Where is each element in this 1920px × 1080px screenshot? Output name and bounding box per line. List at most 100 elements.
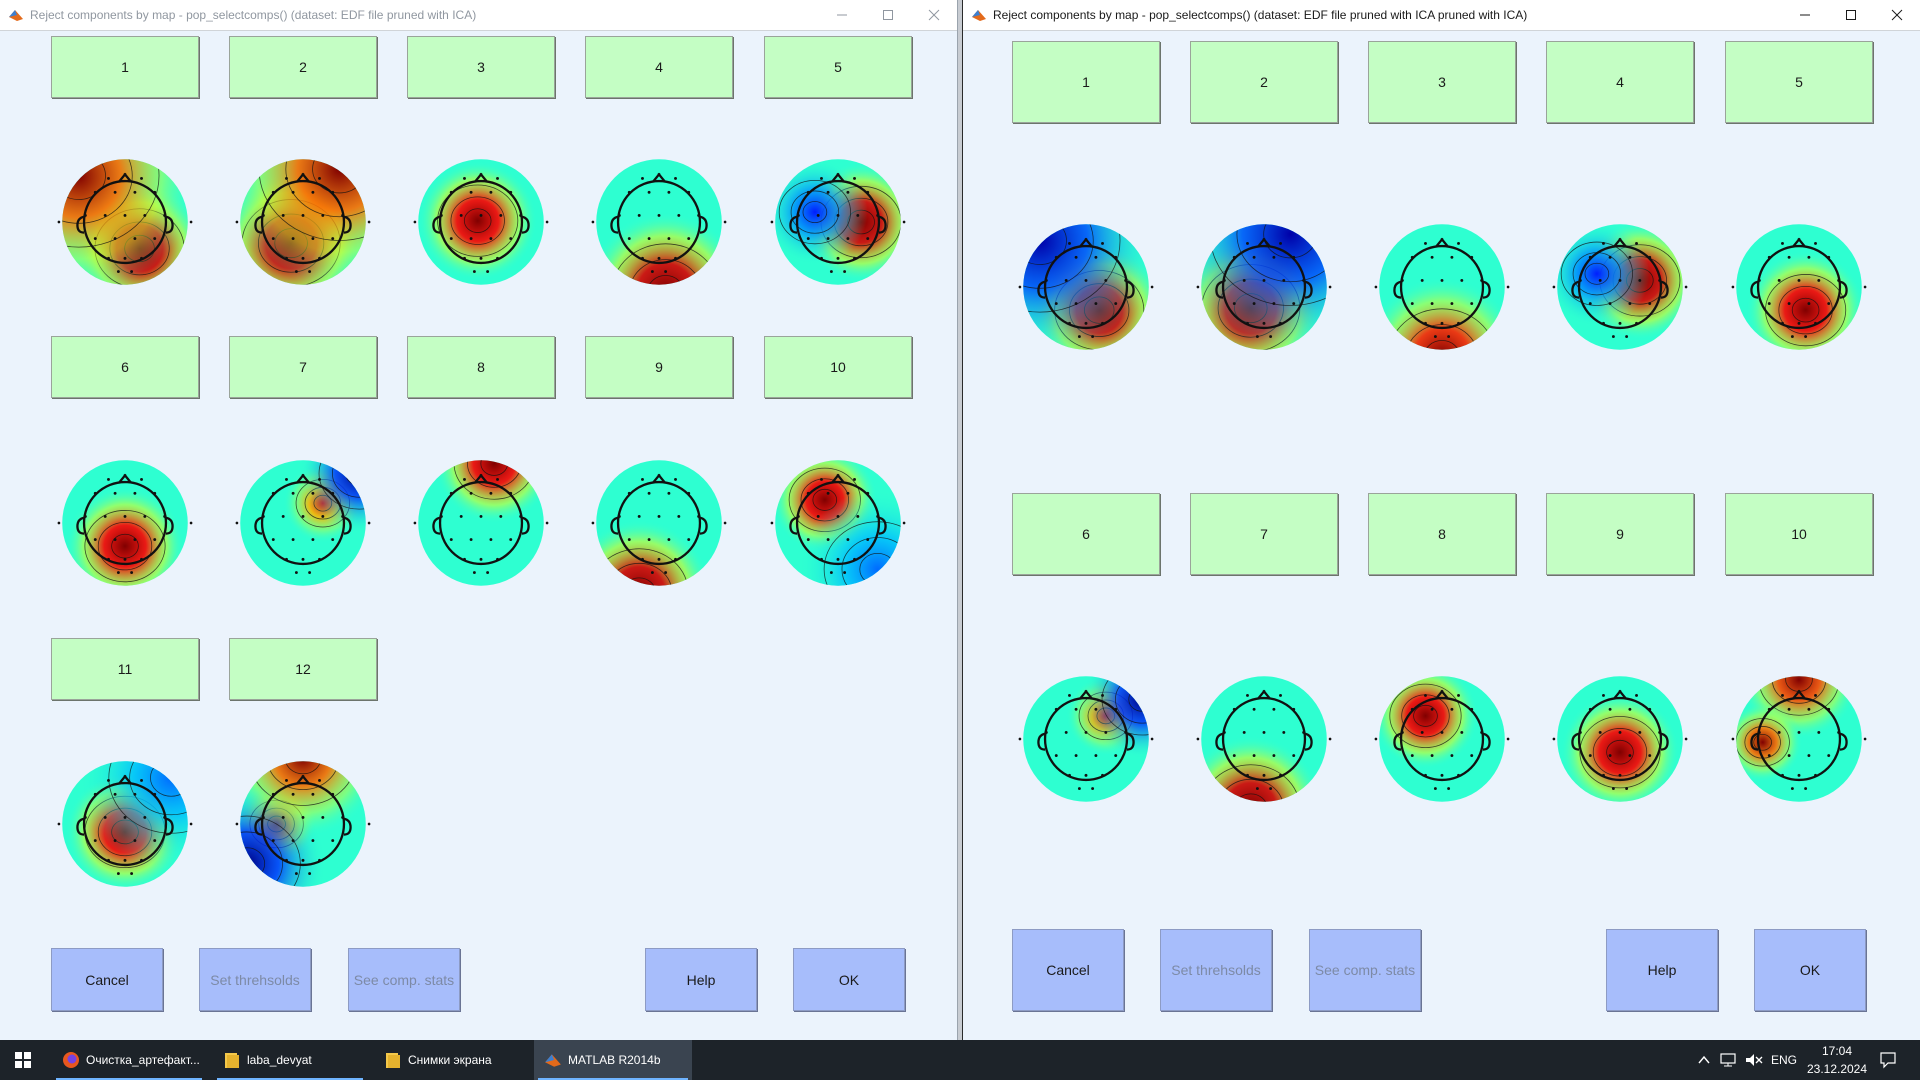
cancel-button[interactable]: Cancel [1012, 929, 1124, 1011]
taskbar-item-label: Очистка_артефакт... [86, 1053, 200, 1067]
see-comp-stats-button[interactable]: See comp. stats [348, 948, 460, 1011]
ok-button[interactable]: OK [793, 948, 905, 1011]
topoplot-6[interactable] [51, 449, 199, 602]
see-comp-stats-button[interactable]: See comp. stats [1309, 929, 1421, 1011]
component-button-10[interactable]: 10 [764, 336, 912, 398]
scalp-map-icon [235, 159, 371, 285]
component-button-3[interactable]: 3 [407, 36, 555, 98]
start-button[interactable] [0, 1040, 46, 1080]
cancel-button[interactable]: Cancel [51, 948, 163, 1011]
components-panel: 1 2 3 4 5 6 7 8 9 10 11 12 Cancel Set th… [0, 30, 957, 1040]
component-button-9[interactable]: 9 [1546, 493, 1694, 575]
volume-muted-icon[interactable] [1745, 1052, 1763, 1068]
scalp-map-icon [591, 159, 727, 285]
title-bar[interactable]: Reject components by map - pop_selectcom… [0, 0, 957, 31]
taskbar-item-firefox[interactable]: Очистка_артефакт... [52, 1040, 206, 1080]
matlab-icon [972, 10, 986, 21]
matlab-icon [9, 10, 23, 21]
component-button-6[interactable]: 6 [1012, 493, 1160, 575]
notification-icon[interactable] [1879, 1051, 1897, 1069]
topoplot-2[interactable] [229, 148, 377, 301]
window-title: Reject components by map - pop_selectcom… [30, 8, 477, 22]
scalp-map-icon [1552, 676, 1688, 802]
minimize-button[interactable] [1782, 0, 1828, 30]
component-button-3[interactable]: 3 [1368, 41, 1516, 123]
topoplot-8[interactable] [1368, 665, 1516, 818]
component-button-2[interactable]: 2 [229, 36, 377, 98]
component-button-2[interactable]: 2 [1190, 41, 1338, 123]
scalp-map-icon [1018, 676, 1154, 802]
close-button[interactable] [911, 0, 957, 30]
topoplot-10[interactable] [1725, 665, 1873, 818]
maximize-button[interactable] [865, 0, 911, 30]
topoplot-4[interactable] [1546, 213, 1694, 366]
scalp-map-icon [413, 159, 549, 285]
topoplot-6[interactable] [1012, 665, 1160, 818]
scalp-map-icon [1731, 224, 1867, 350]
topoplot-8[interactable] [407, 449, 555, 602]
component-button-1[interactable]: 1 [1012, 41, 1160, 123]
clock-date[interactable]: 23.12.2024 [1806, 1062, 1868, 1076]
window-reject-components-1: Reject components by map - pop_selectcom… [0, 0, 958, 1040]
minimize-button[interactable] [819, 0, 865, 30]
ok-button[interactable]: OK [1754, 929, 1866, 1011]
scalp-map-icon [413, 460, 549, 586]
component-button-4[interactable]: 4 [1546, 41, 1694, 123]
help-button[interactable]: Help [1606, 929, 1718, 1011]
close-icon [1891, 9, 1903, 21]
topoplot-3[interactable] [407, 148, 555, 301]
scalp-map-icon [1018, 224, 1154, 350]
set-thresholds-button[interactable]: Set threhsolds [1160, 929, 1272, 1011]
component-button-8[interactable]: 8 [1368, 493, 1516, 575]
scalp-map-icon [235, 460, 371, 586]
topoplot-12[interactable] [229, 750, 377, 903]
scalp-map-icon [1196, 676, 1332, 802]
network-icon[interactable] [1720, 1052, 1738, 1068]
scalp-map-icon [770, 159, 906, 285]
title-bar[interactable]: Reject components by map - pop_selectcom… [963, 0, 1920, 31]
topoplot-5[interactable] [764, 148, 912, 301]
scalp-map-icon [57, 159, 193, 285]
scalp-map-icon [1374, 676, 1510, 802]
component-button-6[interactable]: 6 [51, 336, 199, 398]
clock-time[interactable]: 17:04 [1817, 1044, 1857, 1058]
topoplot-10[interactable] [764, 449, 912, 602]
close-button[interactable] [1874, 0, 1920, 30]
component-button-5[interactable]: 5 [764, 36, 912, 98]
language-indicator[interactable]: ENG [1771, 1053, 1797, 1067]
taskbar-item-folder-1[interactable]: laba_devyat [213, 1040, 367, 1080]
component-button-8[interactable]: 8 [407, 336, 555, 398]
window-title: Reject components by map - pop_selectcom… [993, 8, 1528, 22]
topoplot-4[interactable] [585, 148, 733, 301]
component-button-11[interactable]: 11 [51, 638, 199, 700]
set-thresholds-button[interactable]: Set threhsolds [199, 948, 311, 1011]
component-button-10[interactable]: 10 [1725, 493, 1873, 575]
component-button-4[interactable]: 4 [585, 36, 733, 98]
components-panel: 1 2 3 4 5 6 7 8 9 10 Cancel Set threhsol… [963, 30, 1920, 1040]
help-button[interactable]: Help [645, 948, 757, 1011]
taskbar-item-matlab[interactable]: MATLAB R2014b [534, 1040, 692, 1080]
topoplot-5[interactable] [1725, 213, 1873, 366]
topoplot-3[interactable] [1368, 213, 1516, 366]
component-button-9[interactable]: 9 [585, 336, 733, 398]
topoplot-11[interactable] [51, 750, 199, 903]
maximize-button[interactable] [1828, 0, 1874, 30]
topoplot-2[interactable] [1190, 213, 1338, 366]
component-button-5[interactable]: 5 [1725, 41, 1873, 123]
taskbar: Очистка_артефакт... laba_devyat Снимки э… [0, 1040, 1920, 1080]
taskbar-item-label: MATLAB R2014b [568, 1053, 661, 1067]
chevron-up-icon[interactable] [1698, 1055, 1710, 1065]
topoplot-1[interactable] [1012, 213, 1160, 366]
taskbar-item-folder-2[interactable]: Снимки экрана [374, 1040, 528, 1080]
component-button-7[interactable]: 7 [1190, 493, 1338, 575]
topoplot-1[interactable] [51, 148, 199, 301]
topoplot-7[interactable] [1190, 665, 1338, 818]
topoplot-9[interactable] [585, 449, 733, 602]
scalp-map-icon [235, 761, 371, 887]
topoplot-7[interactable] [229, 449, 377, 602]
component-button-1[interactable]: 1 [51, 36, 199, 98]
scalp-map-icon [591, 460, 727, 586]
component-button-7[interactable]: 7 [229, 336, 377, 398]
topoplot-9[interactable] [1546, 665, 1694, 818]
component-button-12[interactable]: 12 [229, 638, 377, 700]
